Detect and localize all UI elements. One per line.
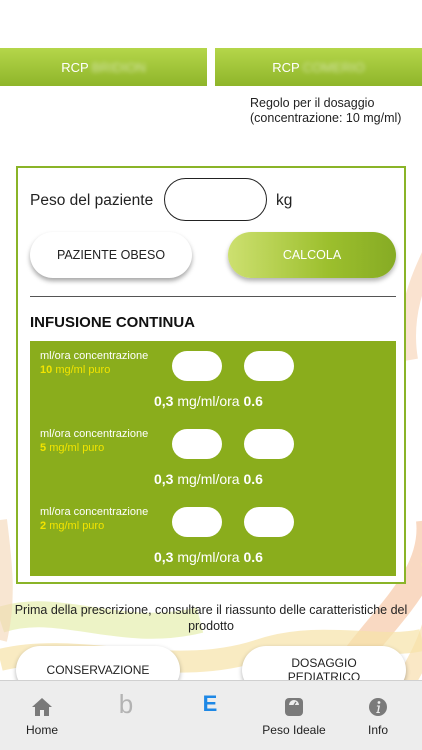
infusion-result: 0,3 mg/ml/ora 0.6 <box>154 471 263 487</box>
prescription-disclaimer: Prima della prescrizione, consultare il … <box>14 603 408 633</box>
rcp-right-label: RCP <box>272 59 300 75</box>
result-extra: 0.6 <box>243 393 263 409</box>
dosage-ruler-note: Regolo per il dosaggio (concentrazione: … <box>250 96 402 125</box>
infusion-result: 0,3 mg/ml/ora 0.6 <box>154 549 263 565</box>
infusion-row-label: ml/ora concentrazione 10 mg/ml puro <box>40 349 148 377</box>
rate-field-2[interactable] <box>244 429 294 459</box>
rcp-right-product-name: COMERIO <box>302 59 365 75</box>
result-extra: 0.6 <box>243 549 263 565</box>
rate-field-1[interactable] <box>172 429 222 459</box>
tab-e[interactable]: E <box>168 681 252 750</box>
row-label-text: ml/ora concentrazione <box>40 506 149 518</box>
concentration-value: 5 <box>40 442 47 454</box>
infusion-row: ml/ora concentrazione 5 mg/ml puro 0,3 m… <box>30 419 396 497</box>
e-letter-icon: E <box>202 691 218 716</box>
weight-unit: kg <box>276 192 293 209</box>
tab-home-label: Home <box>25 723 58 737</box>
result-extra: 0.6 <box>243 471 263 487</box>
concentration-text: 2 mg/ml puro <box>40 520 104 532</box>
result-value: 0,3 <box>154 393 174 409</box>
rcp-right-button[interactable]: RCP COMERIO <box>215 48 422 86</box>
concentration-value: 2 <box>40 520 47 532</box>
pediatric-line-1: DOSAGGIO <box>291 656 357 670</box>
result-unit: mg/ml/ora <box>177 393 240 409</box>
rate-field-2[interactable] <box>244 351 294 381</box>
scale-icon <box>285 698 303 716</box>
concentration-unit: mg/ml puro <box>49 442 105 454</box>
infusion-row: ml/ora concentrazione 2 mg/ml puro 0,3 m… <box>30 497 396 575</box>
rcp-left-label: RCP <box>61 59 89 75</box>
concentration-text: 5 mg/ml puro <box>40 442 104 454</box>
tab-b[interactable]: b <box>84 681 168 750</box>
rate-field-2[interactable] <box>244 507 294 537</box>
infusion-results-box: ml/ora concentrazione 10 mg/ml puro 0,3 … <box>30 341 396 576</box>
rcp-left-button[interactable]: RCP BRIDION <box>0 48 207 86</box>
weight-input[interactable] <box>164 178 267 221</box>
infusion-row: ml/ora concentrazione 10 mg/ml puro 0,3 … <box>30 341 396 419</box>
section-divider <box>30 296 396 297</box>
infusion-section-title: INFUSIONE CONTINUA <box>30 314 195 331</box>
row-label-text: ml/ora concentrazione <box>40 428 149 440</box>
tab-info[interactable]: Info <box>336 681 420 750</box>
tab-info-label: Info <box>367 723 388 737</box>
bottom-tab-bar: Home b E Peso Ideale Info <box>0 680 422 750</box>
tab-ideal-weight[interactable]: Peso Ideale <box>252 681 336 750</box>
calculate-button[interactable]: CALCOLA <box>228 232 396 278</box>
calculator-panel: Peso del paziente kg PAZIENTE OBESO CALC… <box>16 166 406 584</box>
infusion-result: 0,3 mg/ml/ora 0.6 <box>154 393 263 409</box>
info-icon <box>369 698 387 716</box>
obese-patient-button[interactable]: PAZIENTE OBESO <box>30 232 192 278</box>
result-unit: mg/ml/ora <box>177 549 240 565</box>
rate-field-1[interactable] <box>172 351 222 381</box>
concentration-unit: mg/ml puro <box>49 520 105 532</box>
result-value: 0,3 <box>154 549 174 565</box>
row-label-text: ml/ora concentrazione <box>40 350 149 362</box>
home-icon <box>32 698 52 716</box>
infusion-row-label: ml/ora concentrazione 2 mg/ml puro <box>40 505 148 533</box>
b-letter-icon: b <box>118 689 134 719</box>
rate-field-1[interactable] <box>172 507 222 537</box>
result-unit: mg/ml/ora <box>177 471 240 487</box>
weight-label: Peso del paziente <box>30 192 154 209</box>
rcp-left-product-name: BRIDION <box>91 59 146 75</box>
concentration-value: 10 <box>40 364 53 376</box>
concentration-unit: mg/ml puro <box>55 364 111 376</box>
tab-home[interactable]: Home <box>0 681 84 750</box>
result-value: 0,3 <box>154 471 174 487</box>
concentration-text: 10 mg/ml puro <box>40 364 110 376</box>
infusion-row-label: ml/ora concentrazione 5 mg/ml puro <box>40 427 148 455</box>
tab-ideal-weight-label: Peso Ideale <box>262 723 326 737</box>
